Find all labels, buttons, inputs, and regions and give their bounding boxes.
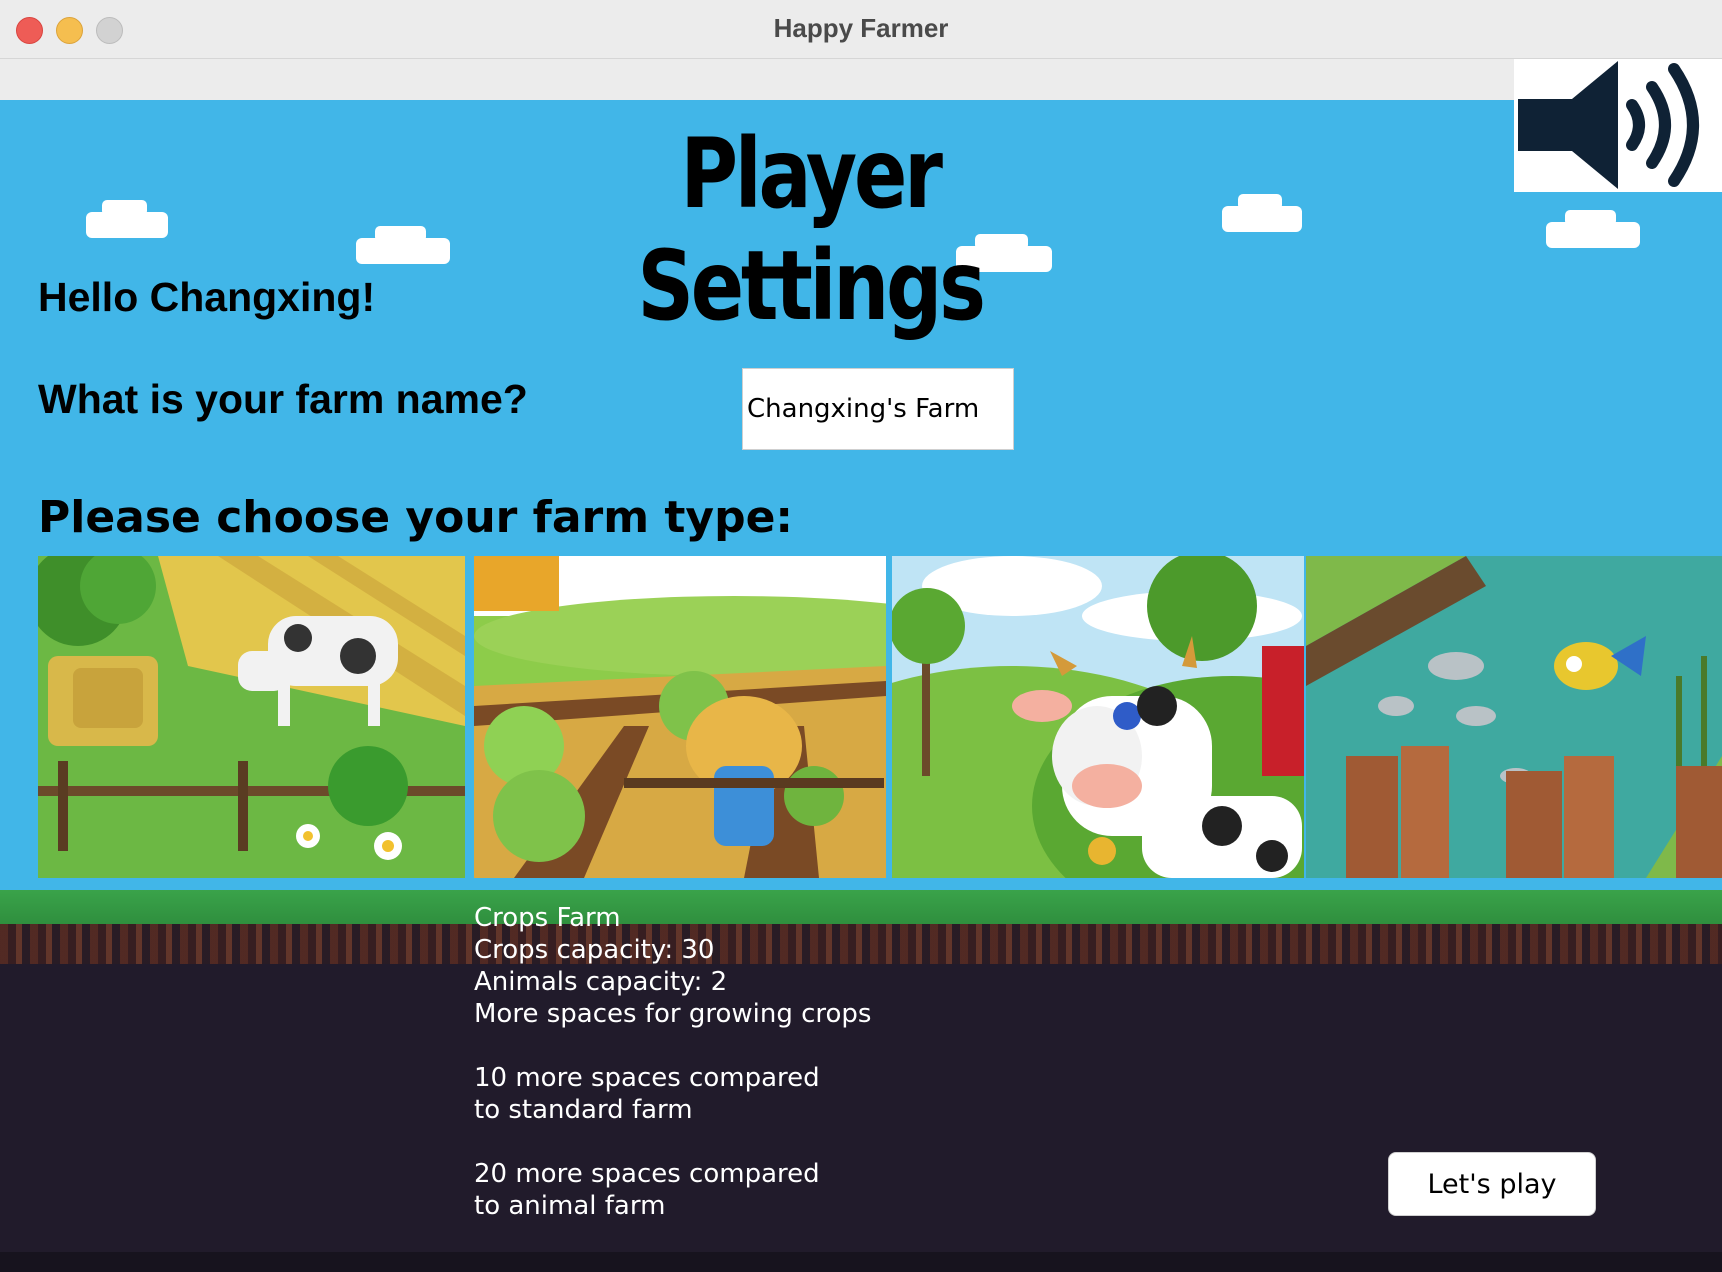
window-titlebar: Happy Farmer xyxy=(0,0,1722,59)
speaker-volume-icon xyxy=(1518,61,1699,189)
description-line: Crops Farm xyxy=(474,903,621,933)
sound-toggle-button[interactable] xyxy=(1514,59,1722,192)
farm-name-input[interactable] xyxy=(742,368,1014,450)
toolbar-strip xyxy=(0,59,1722,100)
description-line: to animal farm xyxy=(474,1191,666,1221)
fish-pond-image xyxy=(1306,556,1722,878)
description-line: Crops capacity: 30 xyxy=(474,935,715,965)
farm-type-option-4[interactable] xyxy=(1306,556,1722,878)
page-title: Player Settings xyxy=(637,118,986,342)
cloud xyxy=(1222,194,1302,232)
farm-type-option-2[interactable] xyxy=(474,556,886,878)
cloud xyxy=(356,226,450,264)
description-line xyxy=(474,1030,871,1062)
greeting-text: Hello Changxing! xyxy=(38,274,376,320)
description-line: 20 more spaces compared xyxy=(474,1159,820,1189)
description-line: 10 more spaces compared xyxy=(474,1063,820,1093)
window-bottom-edge xyxy=(0,1252,1722,1272)
farm-type-prompt: Please choose your farm type: xyxy=(38,492,794,543)
description-line: to standard farm xyxy=(474,1095,693,1125)
scarecrow-cabbage-field-image xyxy=(474,556,886,878)
farm-name-label: What is your farm name? xyxy=(38,376,528,422)
farm-type-option-1[interactable] xyxy=(38,556,465,878)
cloud xyxy=(1546,210,1640,248)
cartoon-cow-barn-image xyxy=(892,556,1304,878)
description-line xyxy=(474,1126,871,1158)
window-title: Happy Farmer xyxy=(773,13,949,43)
lets-play-button[interactable]: Let's play xyxy=(1388,1152,1596,1216)
farm-type-description: Crops Farm Crops capacity: 30 Animals ca… xyxy=(474,902,871,1222)
description-line: More spaces for growing crops xyxy=(474,999,872,1029)
cow-hay-field-image xyxy=(38,556,465,878)
description-line: Animals capacity: 2 xyxy=(474,967,728,997)
cloud xyxy=(86,200,168,238)
farm-type-option-3[interactable] xyxy=(892,556,1304,878)
